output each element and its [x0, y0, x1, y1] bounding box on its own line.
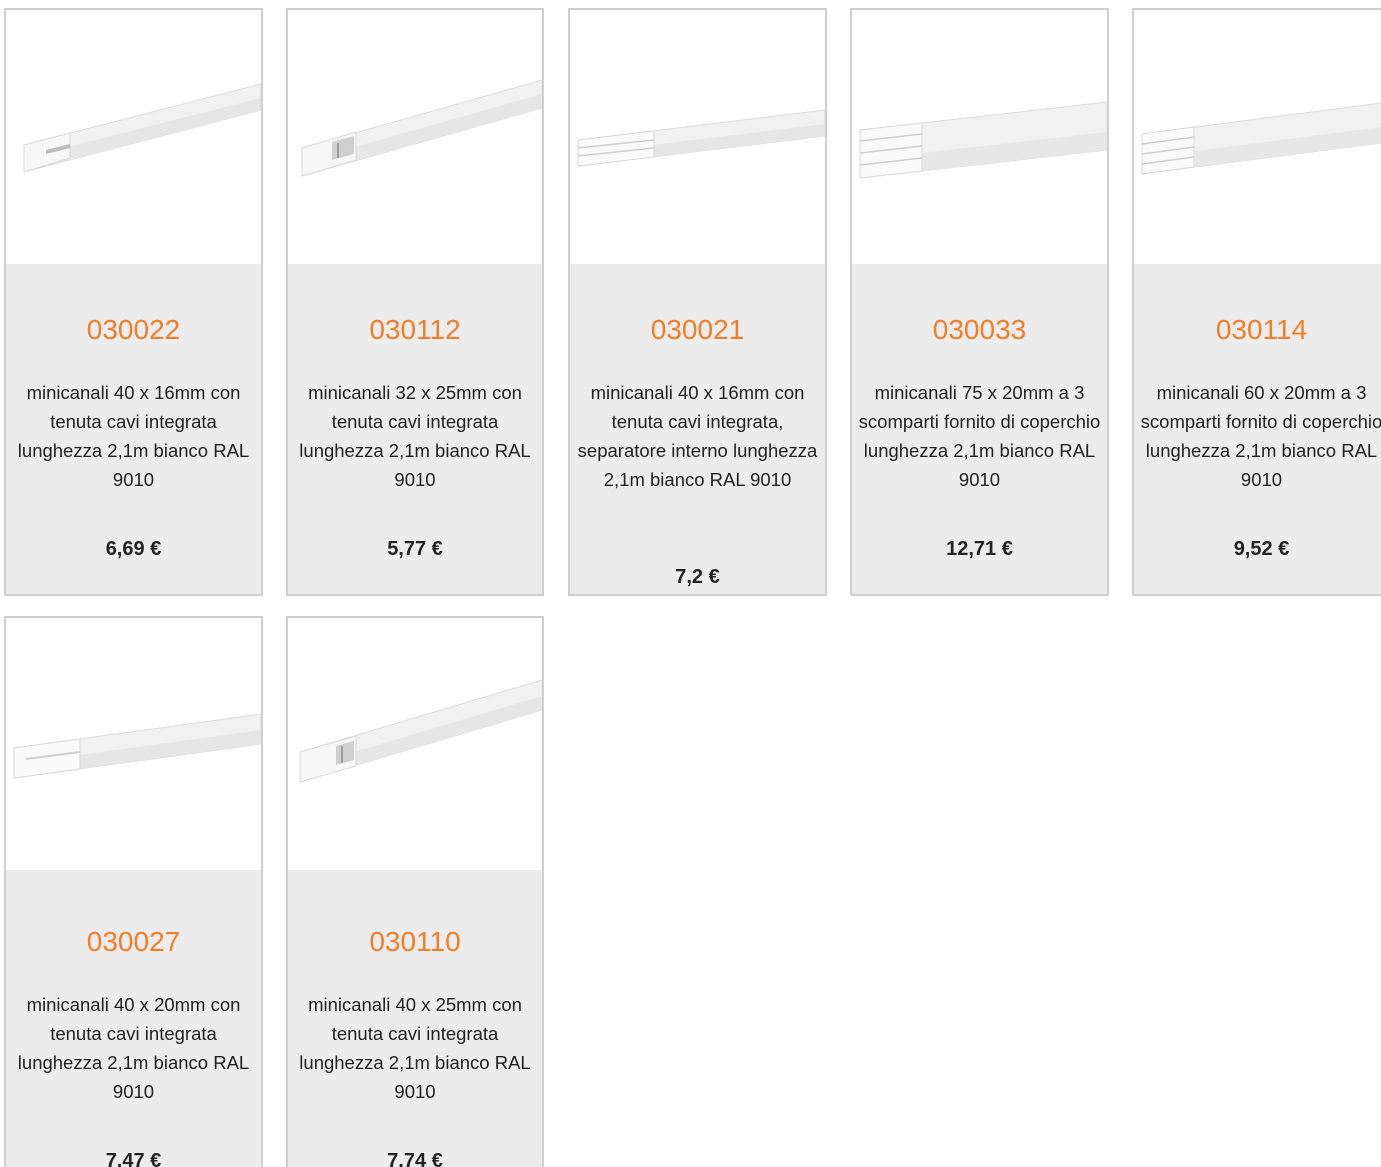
product-card[interactable]: 030110 minicanali 40 x 25mm con tenuta c…: [286, 616, 544, 1167]
product-card[interactable]: 030021 minicanali 40 x 16mm con tenuta c…: [568, 8, 827, 596]
cable-trunking-1-compartment-image[interactable]: [6, 618, 261, 870]
product-description: minicanali 32 x 25mm con tenuta cavi int…: [299, 382, 531, 490]
product-code[interactable]: 030033: [852, 312, 1107, 348]
product-card[interactable]: 030114 minicanali 60 x 20mm a 3 scompart…: [1132, 8, 1381, 596]
product-grid: 030022 minicanali 40 x 16mm con tenuta c…: [0, 0, 1381, 1167]
product-description: minicanali 40 x 25mm con tenuta cavi int…: [299, 994, 531, 1102]
cable-trunking-1-compartment-image[interactable]: [288, 618, 542, 870]
product-price: 7,2 €: [675, 566, 720, 588]
product-card[interactable]: 030112 minicanali 32 x 25mm con tenuta c…: [286, 8, 544, 596]
product-description: minicanali 75 x 20mm a 3 scomparti forni…: [858, 382, 1101, 490]
product-code[interactable]: 030112: [288, 312, 542, 348]
product-card[interactable]: 030022 minicanali 40 x 16mm con tenuta c…: [4, 8, 263, 596]
product-code[interactable]: 030027: [6, 924, 261, 960]
cable-trunking-2-compartment-image[interactable]: [570, 10, 825, 264]
product-code[interactable]: 030021: [570, 312, 825, 348]
product-description: minicanali 60 x 20mm a 3 scomparti forni…: [1140, 382, 1381, 490]
product-description: minicanali 40 x 16mm con tenuta cavi int…: [17, 382, 250, 490]
product-code[interactable]: 030022: [6, 312, 261, 348]
cable-trunking-3-compartment-image[interactable]: [852, 10, 1107, 264]
cable-trunking-3-compartment-image[interactable]: [1134, 10, 1381, 264]
cable-trunking-1-compartment-image[interactable]: [288, 10, 542, 264]
product-price: 5,77 €: [387, 538, 443, 560]
product-description: minicanali 40 x 16mm con tenuta cavi int…: [577, 382, 818, 490]
product-description: minicanali 40 x 20mm con tenuta cavi int…: [17, 994, 250, 1102]
product-price: 7,74 €: [387, 1150, 443, 1167]
product-card[interactable]: 030033 minicanali 75 x 20mm a 3 scompart…: [850, 8, 1109, 596]
product-price: 7,47 €: [105, 1150, 162, 1167]
product-code[interactable]: 030110: [288, 924, 542, 960]
product-price: 6,69 €: [105, 538, 162, 560]
product-card[interactable]: 030027 minicanali 40 x 20mm con tenuta c…: [4, 616, 263, 1167]
product-price: 12,71 €: [946, 538, 1013, 560]
product-price: 9,52 €: [1233, 538, 1290, 560]
cable-trunking-1-compartment-image[interactable]: [6, 10, 261, 264]
product-code[interactable]: 030114: [1134, 312, 1381, 348]
